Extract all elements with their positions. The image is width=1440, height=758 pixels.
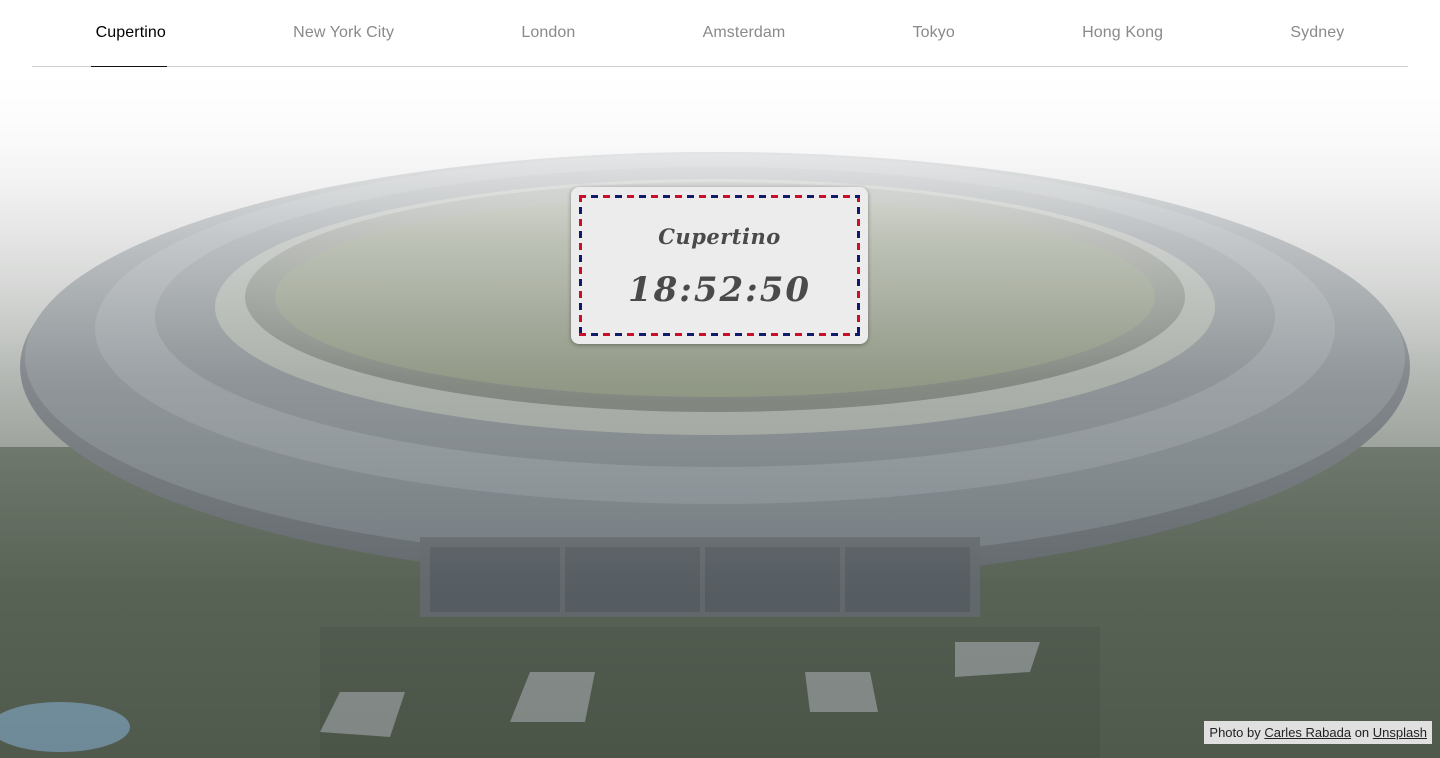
clock-time: 18:52:50 (627, 270, 812, 310)
tab-new-york-city[interactable]: New York City (288, 0, 399, 66)
credit-middle: on (1354, 725, 1370, 740)
city-tabs: Cupertino New York City London Amsterdam… (32, 0, 1408, 67)
credit-author-link[interactable]: Carles Rabada (1264, 725, 1351, 740)
tab-hong-kong[interactable]: Hong Kong (1077, 0, 1168, 66)
tab-london[interactable]: London (516, 0, 580, 66)
tab-amsterdam[interactable]: Amsterdam (698, 0, 791, 66)
tab-cupertino[interactable]: Cupertino (90, 0, 171, 67)
credit-site-link[interactable]: Unsplash (1373, 725, 1427, 740)
clock-card: Cupertino 18:52:50 (571, 187, 868, 344)
tab-tokyo[interactable]: Tokyo (908, 0, 960, 66)
airmail-border: Cupertino 18:52:50 (579, 195, 860, 336)
fog-overlay (0, 67, 1440, 758)
credit-prefix: Photo by (1209, 725, 1261, 740)
photo-credit: Photo by Carles Rabada on Unsplash (1204, 721, 1432, 744)
clock-city-name: Cupertino (658, 224, 781, 249)
tab-sydney[interactable]: Sydney (1285, 0, 1349, 66)
background-photo (0, 67, 1440, 758)
